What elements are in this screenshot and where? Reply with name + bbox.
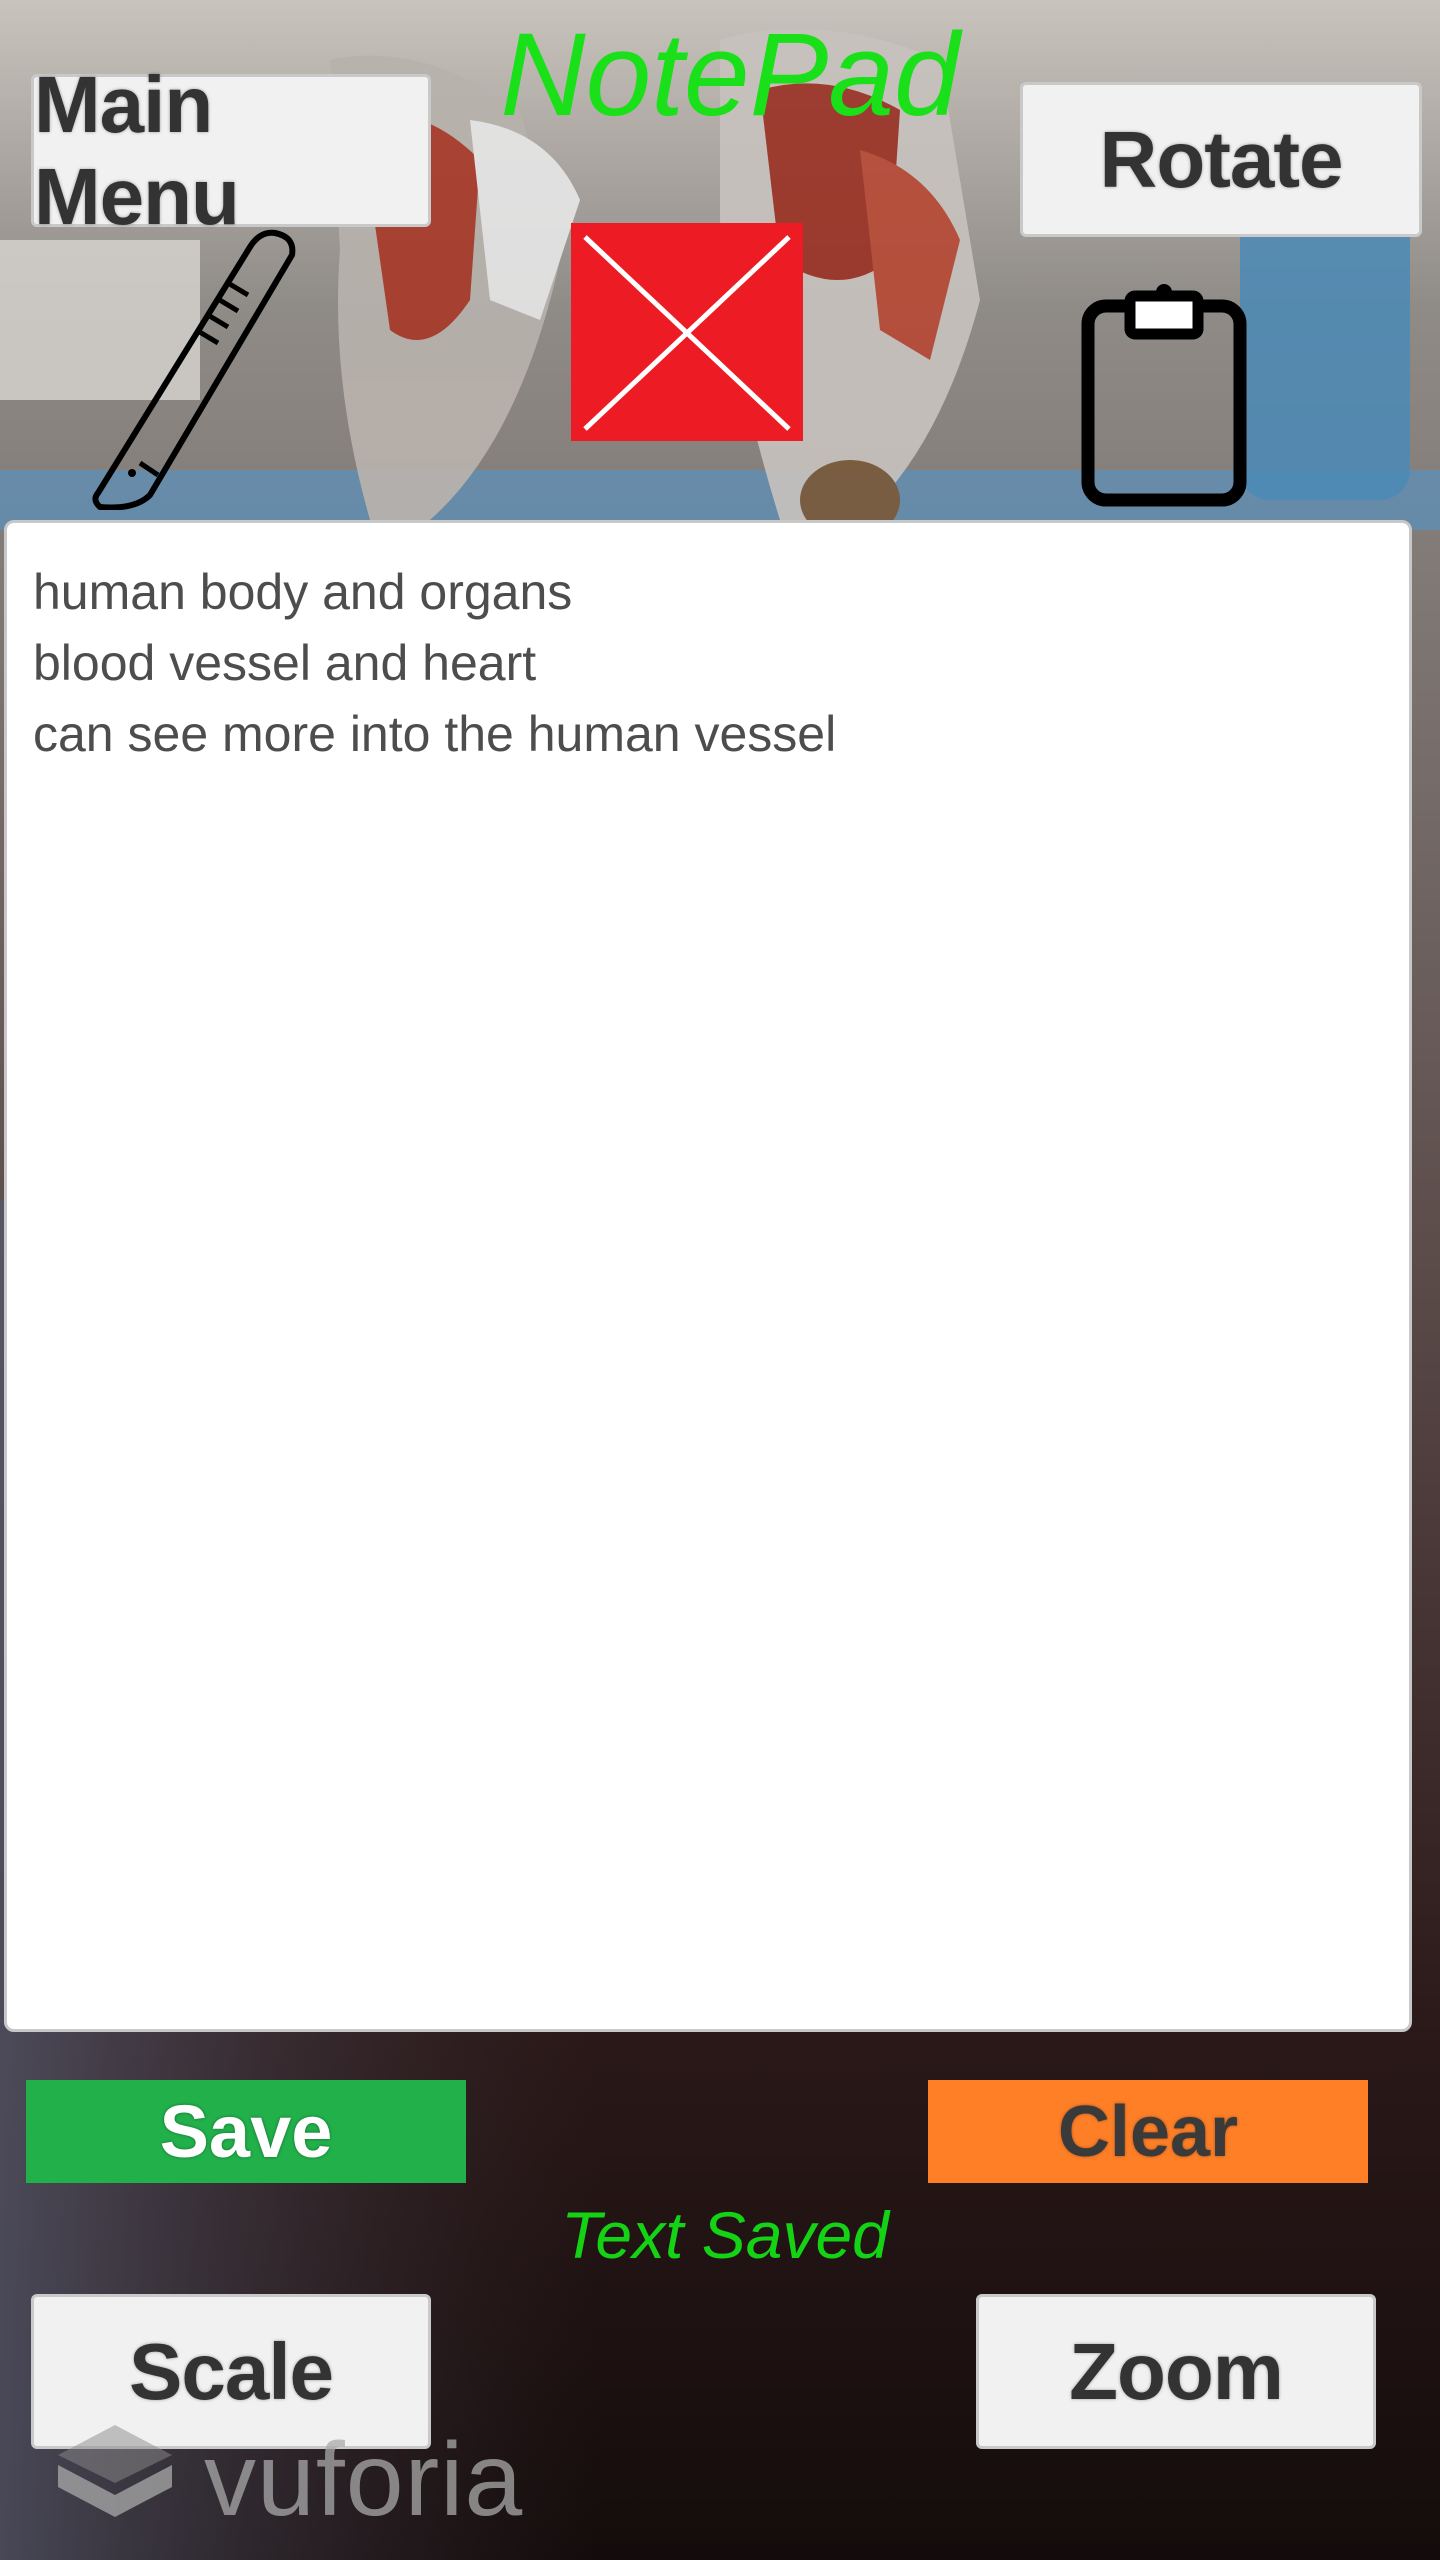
clipboard-icon[interactable] — [1080, 278, 1248, 508]
vuforia-logo-text: vuforia — [204, 2421, 524, 2538]
scalpel-icon[interactable] — [80, 225, 310, 511]
close-icon[interactable] — [571, 223, 803, 441]
save-status-text: Text Saved — [561, 2198, 889, 2272]
app-title: NotePad — [500, 9, 960, 141]
rotate-button[interactable]: Rotate — [1020, 82, 1422, 237]
clear-button[interactable]: Clear — [928, 2080, 1368, 2183]
notes-text-area[interactable] — [4, 520, 1412, 2032]
vuforia-watermark: vuforia — [50, 2410, 570, 2550]
ar-notepad-screen: NotePad Main Menu Rotate Save Cle — [0, 0, 1440, 2560]
zoom-button[interactable]: Zoom — [976, 2294, 1376, 2449]
main-menu-button[interactable]: Main Menu — [31, 60, 431, 241]
vuforia-logo-icon — [58, 2425, 172, 2517]
save-button[interactable]: Save — [26, 2080, 466, 2183]
